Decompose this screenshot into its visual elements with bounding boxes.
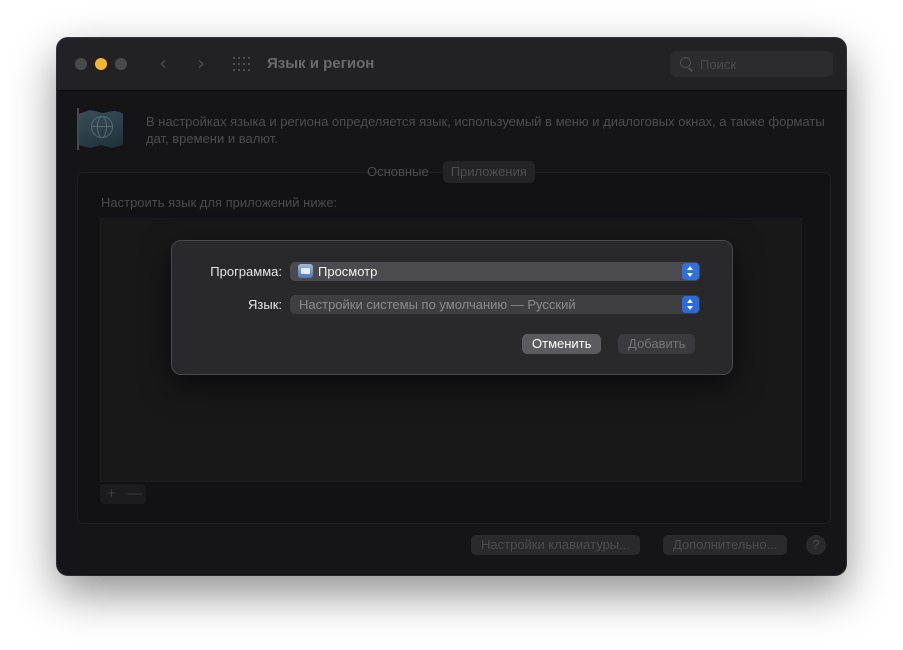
advanced-button[interactable]: Дополнительно... bbox=[663, 535, 788, 555]
tab-apps[interactable]: Приложения bbox=[442, 161, 535, 183]
apps-list-label: Настроить язык для приложений ниже: bbox=[101, 195, 338, 210]
program-label: Программа: bbox=[210, 264, 282, 279]
search-field[interactable]: Поиск bbox=[670, 51, 833, 77]
add-button[interactable]: Добавить bbox=[618, 334, 696, 354]
close-button[interactable] bbox=[75, 58, 87, 70]
globe-icon bbox=[91, 116, 113, 138]
add-remove-control: + — bbox=[100, 484, 146, 504]
preview-app-icon bbox=[298, 264, 313, 278]
language-popup-value: Настройки системы по умолчанию — Русский bbox=[299, 297, 576, 312]
zoom-button[interactable] bbox=[115, 58, 127, 70]
window-title: Язык и регион bbox=[267, 55, 375, 72]
program-popup-value: Просмотр bbox=[318, 264, 378, 279]
add-app-button[interactable]: + bbox=[100, 484, 123, 504]
search-icon bbox=[680, 57, 691, 68]
tab-bar: Основные Приложения bbox=[359, 161, 535, 183]
show-all-grid-icon[interactable] bbox=[233, 57, 250, 71]
program-popup[interactable]: Просмотр bbox=[290, 262, 700, 281]
flag-pole bbox=[77, 108, 79, 150]
add-app-language-sheet: Программа: Просмотр Язык: Настройки сист… bbox=[171, 240, 733, 375]
updown-chevron-icon bbox=[682, 263, 699, 280]
forward-chevron-icon[interactable]: › bbox=[197, 51, 205, 75]
remove-app-button[interactable]: — bbox=[123, 484, 146, 504]
intro-description: В настройках языка и региона определяетс… bbox=[146, 114, 825, 146]
keyboard-settings-button[interactable]: Настройки клавиатуры... bbox=[471, 535, 640, 555]
titlebar: ‹ › Язык и регион Поиск bbox=[57, 38, 846, 91]
search-placeholder: Поиск bbox=[700, 57, 737, 72]
language-label: Язык: bbox=[248, 297, 282, 312]
updown-chevron-icon bbox=[682, 296, 699, 313]
back-chevron-icon[interactable]: ‹ bbox=[159, 51, 167, 75]
cancel-button[interactable]: Отменить bbox=[522, 334, 602, 354]
help-button[interactable]: ? bbox=[806, 535, 826, 555]
minimize-button[interactable] bbox=[95, 58, 107, 70]
language-popup[interactable]: Настройки системы по умолчанию — Русский bbox=[290, 295, 700, 314]
tab-general[interactable]: Основные bbox=[359, 161, 437, 183]
